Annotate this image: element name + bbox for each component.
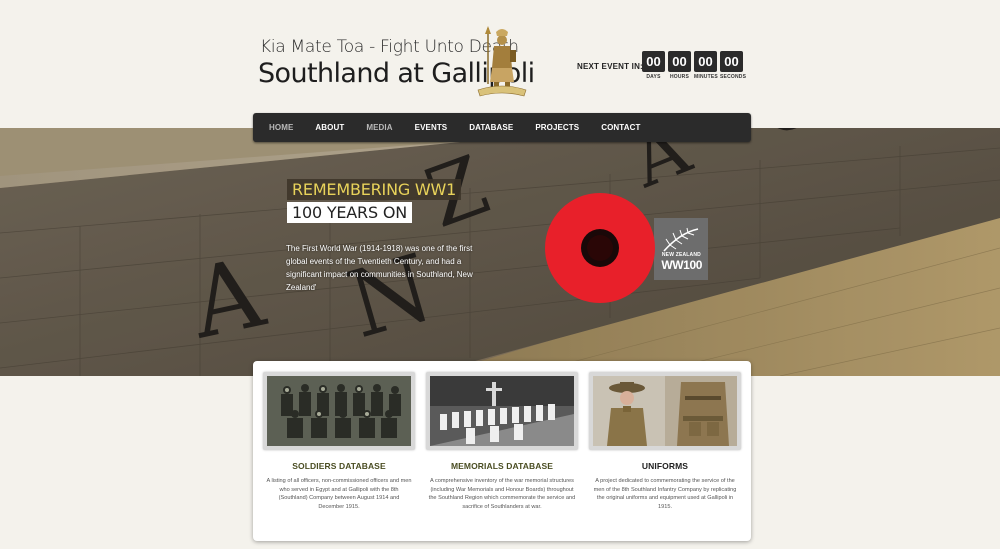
countdown-unit: DAYS xyxy=(646,74,661,80)
poppy-icon xyxy=(545,193,655,303)
silver-fern-icon xyxy=(663,227,699,252)
card-description: A comprehensive inventory of the war mem… xyxy=(428,478,576,510)
nav-projects[interactable]: PROJECTS xyxy=(535,123,579,132)
countdown-seconds: 00 SECONDS xyxy=(720,51,747,80)
card-title[interactable]: SOLDIERS DATABASE xyxy=(263,461,415,471)
uniforms-photo[interactable] xyxy=(589,372,741,450)
countdown-minutes: 00 MINUTES xyxy=(694,51,718,80)
card-title[interactable]: UNIFORMS xyxy=(589,461,741,471)
main-nav: HOME ABOUT MEDIA EVENTS DATABASE PROJECT… xyxy=(253,113,751,142)
card-description: A project dedicated to commemorating the… xyxy=(593,478,737,510)
countdown-value: 00 xyxy=(694,51,717,72)
hero-intro-text: The First World War (1914-1918) was one … xyxy=(286,244,473,292)
card-description: A listing of all officers, non-commissio… xyxy=(266,478,412,510)
nav-contact[interactable]: CONTACT xyxy=(601,123,640,132)
hero-heading-years: 100 YEARS ON xyxy=(287,202,412,223)
cemetery-image xyxy=(430,376,574,446)
hero-banner: A N Z A C xyxy=(0,128,1000,376)
nav-about[interactable]: ABOUT xyxy=(315,123,344,132)
ww100-badge[interactable]: NEW ZEALAND WW100 xyxy=(654,218,708,280)
countdown-timer: 00 DAYS 00 HOURS 00 MINUTES 00 SECONDS xyxy=(642,51,747,80)
nav-events[interactable]: EVENTS xyxy=(415,123,448,132)
card-soldiers[interactable]: SOLDIERS DATABASE A listing of all offic… xyxy=(263,372,415,511)
uniforms-image xyxy=(593,376,737,446)
soldiers-group-image xyxy=(267,376,411,446)
card-title[interactable]: MEMORIALS DATABASE xyxy=(426,461,578,471)
site-header: Kia Mate Toa - Fight Unto Death Southlan… xyxy=(0,0,1000,128)
card-memorials[interactable]: MEMORIALS DATABASE A comprehensive inven… xyxy=(426,372,578,511)
countdown-unit: MINUTES xyxy=(694,74,718,80)
countdown-unit: HOURS xyxy=(669,74,690,80)
countdown-value: 00 xyxy=(668,51,691,72)
soldiers-photo[interactable] xyxy=(263,372,415,450)
nav-home[interactable]: HOME xyxy=(269,123,293,132)
countdown-label: NEXT EVENT IN: xyxy=(577,62,643,71)
anzac-wall-background: A N Z A C xyxy=(0,128,1000,376)
nav-media[interactable]: MEDIA xyxy=(366,123,392,132)
nav-database[interactable]: DATABASE xyxy=(469,123,513,132)
feature-cards-panel: SOLDIERS DATABASE A listing of all offic… xyxy=(253,361,751,541)
countdown-unit: SECONDS xyxy=(720,74,747,80)
countdown-value: 00 xyxy=(642,51,665,72)
countdown-days: 00 DAYS xyxy=(642,51,665,80)
hero-heading-remembering: REMEMBERING WW1 xyxy=(287,179,462,200)
soldier-emblem-logo[interactable] xyxy=(474,24,530,100)
card-uniforms[interactable]: UNIFORMS A project dedicated to commemor… xyxy=(589,372,741,511)
countdown-value: 00 xyxy=(720,51,743,72)
badge-name: WW100 xyxy=(661,258,702,272)
countdown-hours: 00 HOURS xyxy=(668,51,691,80)
memorials-photo[interactable] xyxy=(426,372,578,450)
